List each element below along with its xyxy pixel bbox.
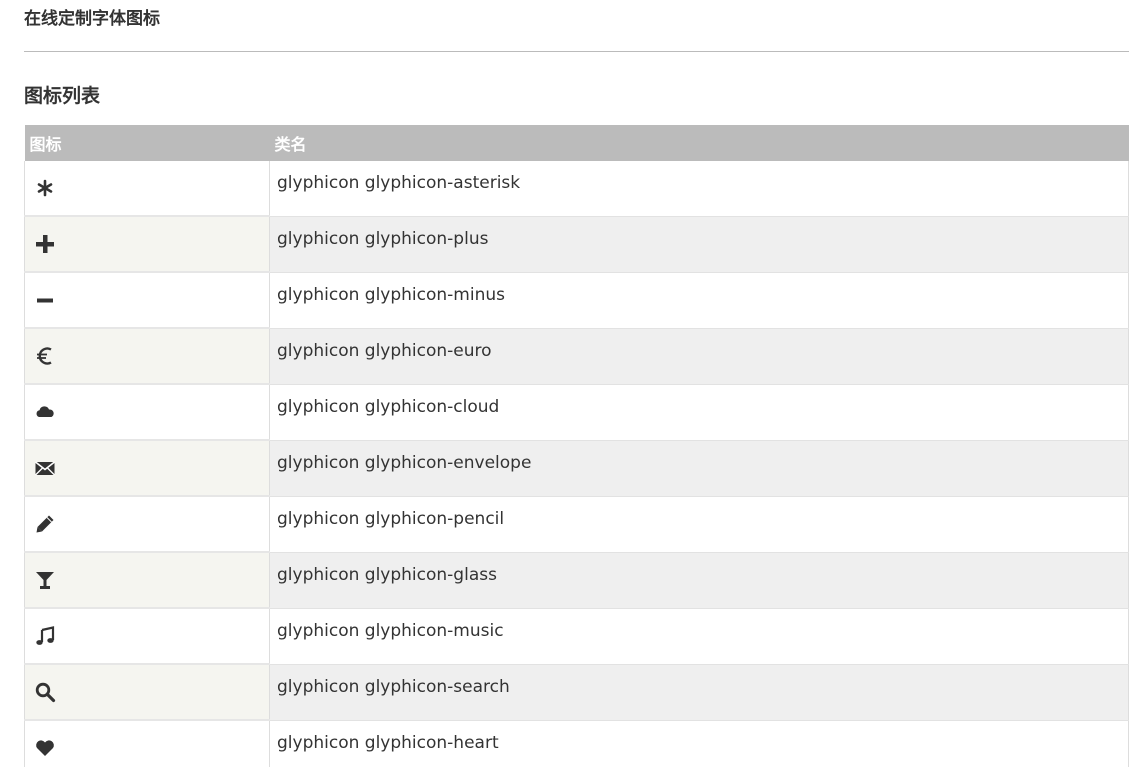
table-row: glyphicon glyphicon-heart — [24, 720, 1129, 767]
glass-icon — [34, 569, 56, 591]
table-row: glyphicon glyphicon-minus — [24, 272, 1129, 329]
table-row: glyphicon glyphicon-glass — [24, 552, 1129, 609]
table-header-row: 图标 类名 — [24, 125, 1129, 161]
class-name-cell: glyphicon glyphicon-search — [269, 664, 1129, 721]
search-icon — [34, 681, 56, 703]
minus-icon — [34, 289, 56, 311]
class-name-cell: glyphicon glyphicon-asterisk — [269, 161, 1129, 217]
section-title: 图标列表 — [24, 85, 101, 107]
class-name-cell: glyphicon glyphicon-glass — [269, 552, 1129, 609]
table-row: glyphicon glyphicon-plus — [24, 216, 1129, 273]
class-name-cell: glyphicon glyphicon-envelope — [269, 440, 1129, 497]
table-row: glyphicon glyphicon-envelope — [24, 440, 1129, 497]
icon-cell — [24, 440, 270, 497]
class-name-cell: glyphicon glyphicon-cloud — [269, 384, 1129, 441]
music-icon — [34, 625, 56, 647]
icon-cell — [24, 328, 270, 385]
table-row: glyphicon glyphicon-pencil — [24, 496, 1129, 553]
icon-cell — [24, 272, 270, 329]
icon-cell — [24, 664, 270, 721]
class-name-cell: glyphicon glyphicon-music — [269, 608, 1129, 665]
class-name-cell: glyphicon glyphicon-plus — [269, 216, 1129, 273]
icon-cell — [24, 161, 270, 217]
icon-cell — [24, 384, 270, 441]
table-row: glyphicon glyphicon-music — [24, 608, 1129, 665]
heart-icon — [34, 737, 56, 759]
plus-icon — [34, 233, 56, 255]
icon-table: 图标 类名 glyphicon glyphicon-asterisk glyph… — [24, 125, 1129, 767]
class-name-cell: glyphicon glyphicon-heart — [269, 720, 1129, 767]
table-row: glyphicon glyphicon-cloud — [24, 384, 1129, 441]
icon-cell — [24, 720, 270, 767]
envelope-icon — [34, 457, 56, 479]
column-header-icon: 图标 — [24, 125, 270, 161]
class-name-cell: glyphicon glyphicon-pencil — [269, 496, 1129, 553]
column-header-class-name: 类名 — [269, 125, 1129, 161]
class-name-cell: glyphicon glyphicon-minus — [269, 272, 1129, 329]
icon-cell — [24, 496, 270, 553]
asterisk-icon — [34, 177, 56, 199]
cloud-icon — [34, 401, 56, 423]
pencil-icon — [34, 513, 56, 535]
table-row: glyphicon glyphicon-asterisk — [24, 161, 1129, 217]
class-name-cell: glyphicon glyphicon-euro — [269, 328, 1129, 385]
icon-cell — [24, 216, 270, 273]
page: 在线定制字体图标 图标列表 图标 类名 glyphicon glyphicon-… — [0, 0, 1129, 767]
table-row: glyphicon glyphicon-search — [24, 664, 1129, 721]
euro-icon — [34, 345, 56, 367]
table-row: glyphicon glyphicon-euro — [24, 328, 1129, 385]
page-title: 在线定制字体图标 — [24, 9, 160, 29]
icon-cell — [24, 552, 270, 609]
icon-cell — [24, 608, 270, 665]
title-divider — [24, 51, 1129, 52]
